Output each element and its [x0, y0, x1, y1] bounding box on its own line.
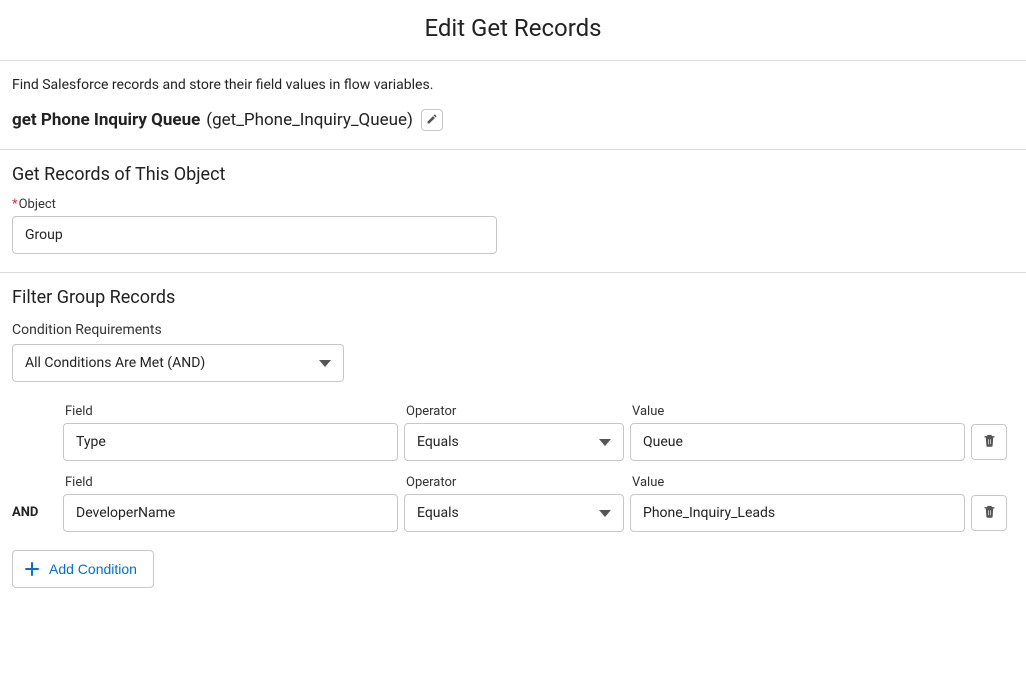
- condition-value-text: Phone_Inquiry_Leads: [643, 505, 775, 521]
- condition-field-value: Type: [76, 434, 106, 450]
- condition-field-input[interactable]: Type: [63, 423, 398, 461]
- description-text: Find Salesforce records and store their …: [0, 61, 1026, 103]
- page-title: Edit Get Records: [0, 0, 1026, 60]
- operator-column-label: Operator: [404, 404, 624, 419]
- condition-field-input[interactable]: DeveloperName: [63, 494, 398, 532]
- plus-icon: [25, 562, 39, 576]
- condition-field-value: DeveloperName: [76, 505, 175, 521]
- operator-column-label: Operator: [404, 475, 624, 490]
- chevron-down-icon: [599, 510, 611, 517]
- condition-requirements-label: Condition Requirements: [12, 322, 1014, 338]
- object-field-label: *Object: [12, 197, 1014, 212]
- condition-row: AND Field DeveloperName Operator Equals …: [12, 475, 1014, 532]
- pencil-icon: [426, 110, 438, 130]
- delete-condition-button[interactable]: [971, 424, 1007, 460]
- trash-icon: [982, 504, 997, 523]
- object-input[interactable]: Group: [12, 216, 497, 254]
- condition-value-input[interactable]: Phone_Inquiry_Leads: [630, 494, 965, 532]
- edit-record-name-button[interactable]: [421, 109, 443, 131]
- trash-icon: [982, 433, 997, 452]
- record-label: get Phone Inquiry Queue: [12, 110, 200, 130]
- condition-operator-select[interactable]: Equals: [404, 494, 624, 532]
- condition-requirements-value: All Conditions Are Met (AND): [25, 355, 205, 371]
- add-condition-button[interactable]: Add Condition: [12, 550, 154, 588]
- condition-row: Field Type Operator Equals Value Queue: [12, 404, 1014, 461]
- record-name-row: get Phone Inquiry Queue (get_Phone_Inqui…: [0, 103, 1026, 149]
- section-title-object: Get Records of This Object: [0, 150, 1026, 193]
- object-label-text: Object: [19, 197, 56, 212]
- condition-operator-value: Equals: [417, 505, 459, 521]
- value-column-label: Value: [630, 404, 965, 419]
- object-input-value: Group: [25, 227, 63, 243]
- condition-operator-select[interactable]: Equals: [404, 423, 624, 461]
- condition-value-text: Queue: [643, 434, 683, 450]
- condition-operator-value: Equals: [417, 434, 459, 450]
- add-condition-label: Add Condition: [49, 561, 137, 577]
- record-api-name: (get_Phone_Inquiry_Queue): [206, 110, 413, 130]
- field-column-label: Field: [63, 475, 398, 490]
- chevron-down-icon: [599, 439, 611, 446]
- condition-logic-operator: [12, 404, 57, 434]
- condition-logic-operator: AND: [12, 475, 57, 520]
- chevron-down-icon: [319, 360, 331, 367]
- required-asterisk: *: [12, 197, 18, 212]
- delete-condition-button[interactable]: [971, 495, 1007, 531]
- value-column-label: Value: [630, 475, 965, 490]
- condition-value-input[interactable]: Queue: [630, 423, 965, 461]
- section-title-filter: Filter Group Records: [0, 273, 1026, 316]
- field-column-label: Field: [63, 404, 398, 419]
- condition-requirements-select[interactable]: All Conditions Are Met (AND): [12, 344, 344, 382]
